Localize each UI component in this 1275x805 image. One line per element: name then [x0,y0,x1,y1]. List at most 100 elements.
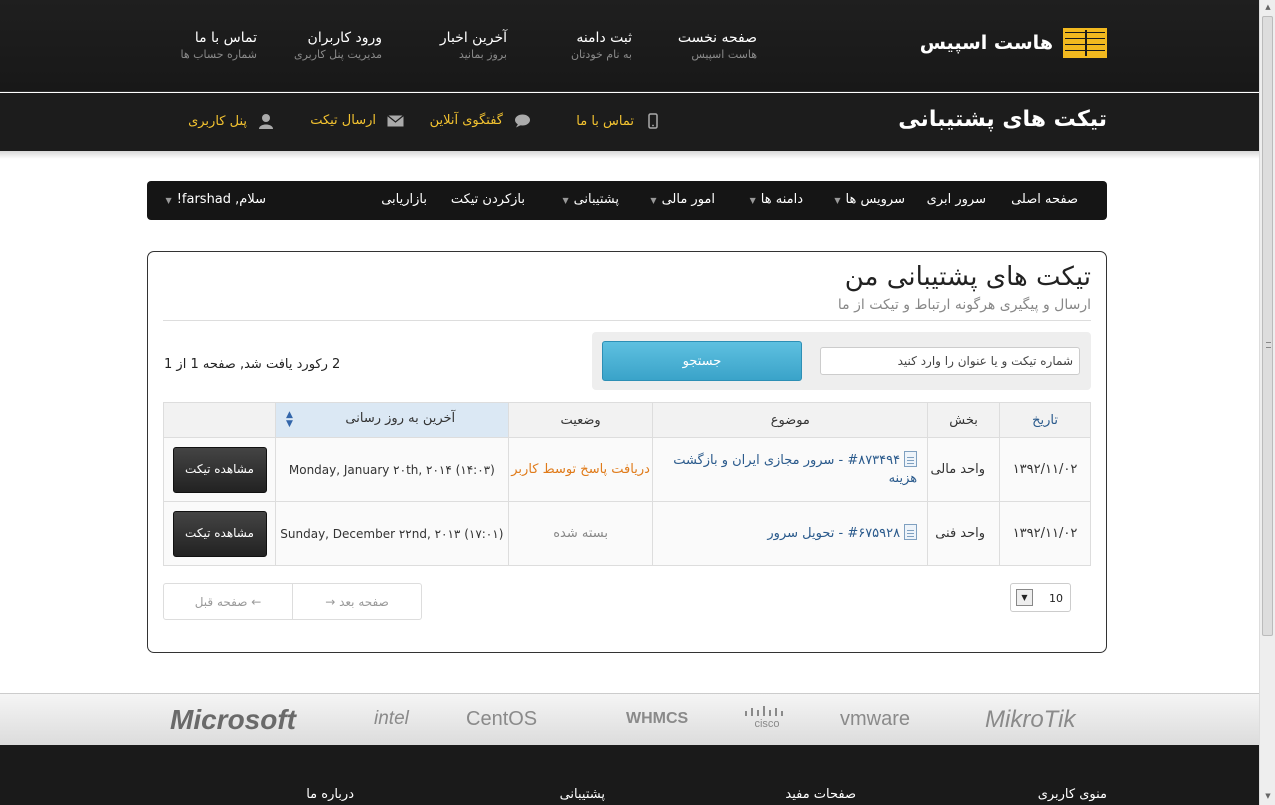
dropdown-arrow-icon: ▼ [1016,589,1033,606]
top-nav-contact[interactable]: تماس با ما شماره حساب ها [181,30,257,63]
ticket-subject-cell: #۶۷۵۹۲۸ - تحویل سرور [652,501,929,566]
top-nav-news-subtitle: بروز بمانید [458,48,507,61]
top-nav-news-title: آخرین اخبار [439,30,507,46]
header-department[interactable]: بخش [927,402,1001,438]
quick-link-chat-label: گفتگوی آنلاین [429,113,503,128]
user-icon [257,113,275,129]
per-page-value: 10 [1049,592,1063,605]
nav-home[interactable]: صفحه اصلی [1011,192,1078,207]
partner-mikrotik-logo: MikroTik [985,706,1076,733]
top-header: هاست اسپیس صفحه نخست هاست اسپیس ثبت دامن… [0,0,1259,92]
partner-centos-logo: CentOS [466,708,538,730]
sort-icon: ▲ ▼ [286,410,293,429]
nav-support[interactable]: پشتیبانی ▼ [562,192,619,207]
phone-icon [644,113,662,129]
nav-cloud-server[interactable]: سرور ابری [927,192,986,207]
top-nav-contact-title: تماس با ما [194,30,257,46]
ticket-date: ۱۳۹۲/۱۱/۰۲ [999,501,1091,566]
top-nav-login-subtitle: مدیریت پنل کاربری [293,48,382,61]
records-count: 2 رکورد یافت شد, صفحه 1 از 1 [164,357,341,372]
nav-services-label: سرویس ها [845,192,905,207]
ticket-last-updated: Sunday, December ۲۲nd, ۲۰۱۳ (۱۷:۰۱) [275,501,509,566]
top-nav-home-title: صفحه نخست [677,30,757,46]
tickets-panel: تیکت های پشتیبانی من ارسال و پیگیری هرگو… [147,251,1107,653]
nav-user-greeting[interactable]: سلام, farshad! ▼ [166,192,266,207]
nav-affiliates[interactable]: بازاریابی [381,192,427,207]
grip-icon [1266,342,1271,348]
view-ticket-button[interactable]: مشاهده تیکت [172,446,267,493]
caret-down-icon: ▼ [165,196,172,205]
nav-affiliates-label: بازاریابی [381,192,427,207]
ticket-status-cell: بسته شده [507,501,654,566]
quick-link-contact-label: تماس با ما [576,113,634,129]
footer-heading-support: پشتیبانی [559,787,605,802]
top-nav-contact-subtitle: شماره حساب ها [180,48,257,61]
header-subject[interactable]: موضوع [652,402,929,438]
main-navbar: صفحه اصلی سرور ابری سرویس ها▼ دامنه ها▼ … [147,181,1107,220]
document-icon [904,524,918,540]
partner-whmcs-logo: WHMCS [626,710,689,727]
footer-heading-useful-pages: صفحات مفید [785,787,856,802]
top-nav-domain[interactable]: ثبت دامنه به نام خودتان [571,30,632,63]
quick-link-send-ticket-label: ارسال تیکت [310,113,376,128]
nav-domains[interactable]: دامنه ها ▼ [750,192,803,207]
quick-link-user-panel[interactable]: پنل کاربری [188,113,275,129]
partner-microsoft-logo: Microsoft [170,704,296,735]
scroll-up-icon[interactable]: ▲ [1263,3,1273,13]
nav-open-ticket[interactable]: بازکردن تیکت [451,192,525,207]
header-shadow [0,151,1259,159]
tickets-table: تاریخ بخش موضوع وضعیت آخرین به روز رسانی… [163,402,1091,566]
caret-down-icon: ▼ [749,196,756,205]
caret-down-icon: ▼ [834,196,841,205]
ticket-status: بسته شده [553,526,608,541]
chat-icon [513,114,531,128]
nav-billing[interactable]: امور مالی ▼ [650,192,715,207]
top-nav-news[interactable]: آخرین اخبار بروز بمانید [440,30,507,63]
top-nav-login-title: ورود کاربران [307,30,382,46]
page-scrollbar[interactable]: ▲ ▼ [1259,0,1275,805]
ticket-department: واحد فنی [927,501,1001,566]
top-nav-domain-title: ثبت دامنه [576,30,632,46]
top-nav: صفحه نخست هاست اسپیس ثبت دامنه به نام خو… [0,30,1259,70]
ticket-status-cell: دریافت پاسخ توسط کاربر [507,437,654,502]
header-last-updated[interactable]: آخرین به روز رسانی ▲ ▼ [275,402,509,438]
quick-link-contact[interactable]: تماس با ما [576,113,662,129]
prev-page-button[interactable]: ← صفحه قبل [164,584,292,619]
top-nav-login[interactable]: ورود کاربران مدیریت پنل کاربری [294,30,382,63]
pagination: ← صفحه قبل صفحه بعد → [163,583,422,620]
top-nav-home[interactable]: صفحه نخست هاست اسپیس [678,30,757,63]
nav-domains-label: دامنه ها [760,192,803,207]
ticket-last-updated: Monday, January ۲۰th, ۲۰۱۴ (۱۴:۰۳) [275,437,509,502]
cisco-bars-icon [745,706,783,716]
nav-services[interactable]: سرویس ها ▼ [834,192,905,207]
partner-intel-logo: intel [374,708,409,729]
search-button[interactable]: جستجو [602,341,802,381]
ticket-subject-cell: #۸۷۳۴۹۴ - سرور مجازی ایران و بازگشت هزین… [652,437,929,502]
header-last-updated-label: آخرین به روز رسانی [345,411,456,426]
per-page-select[interactable]: ▼ 10 [1010,583,1071,612]
view-ticket-button[interactable]: مشاهده تیکت [172,510,267,557]
ticket-subject-link[interactable]: #۸۷۳۴۹۴ - سرور مجازی ایران و بازگشت هزین… [673,453,917,486]
header-status[interactable]: وضعیت [507,402,654,438]
quick-link-chat[interactable]: گفتگوی آنلاین [430,113,531,128]
table-header-row: تاریخ بخش موضوع وضعیت آخرین به روز رسانی… [163,402,1091,438]
scroll-down-icon[interactable]: ▼ [1263,792,1273,802]
top-nav-home-subtitle: هاست اسپیس [691,48,757,61]
caret-down-icon: ▼ [562,196,569,205]
footer: منوی کاربری صفحات مفید پشتیبانی درباره م… [0,745,1259,805]
header-actions [163,402,276,438]
ticket-subject-link[interactable]: #۶۷۵۹۲۸ - تحویل سرور [767,526,900,541]
nav-billing-label: امور مالی [661,192,715,207]
nav-support-label: پشتیبانی [573,192,619,207]
divider [163,320,1091,321]
page: هاست اسپیس صفحه نخست هاست اسپیس ثبت دامن… [0,0,1259,805]
top-nav-domain-subtitle: به نام خودتان [570,48,632,61]
search-input[interactable] [820,347,1080,375]
quick-link-send-ticket[interactable]: ارسال تیکت [310,113,404,128]
header-date[interactable]: تاریخ [999,402,1091,438]
scroll-thumb[interactable] [1262,16,1273,636]
nav-home-label: صفحه اصلی [1011,192,1078,207]
next-page-button[interactable]: صفحه بعد → [292,584,421,619]
table-row: ۱۳۹۲/۱۱/۰۲ واحد مالی #۸۷۳۴۹۴ - سرور مجاز… [163,437,1091,502]
panel-subtitle: ارسال و پیگیری هرگونه ارتباط و تیکت از م… [837,297,1091,313]
